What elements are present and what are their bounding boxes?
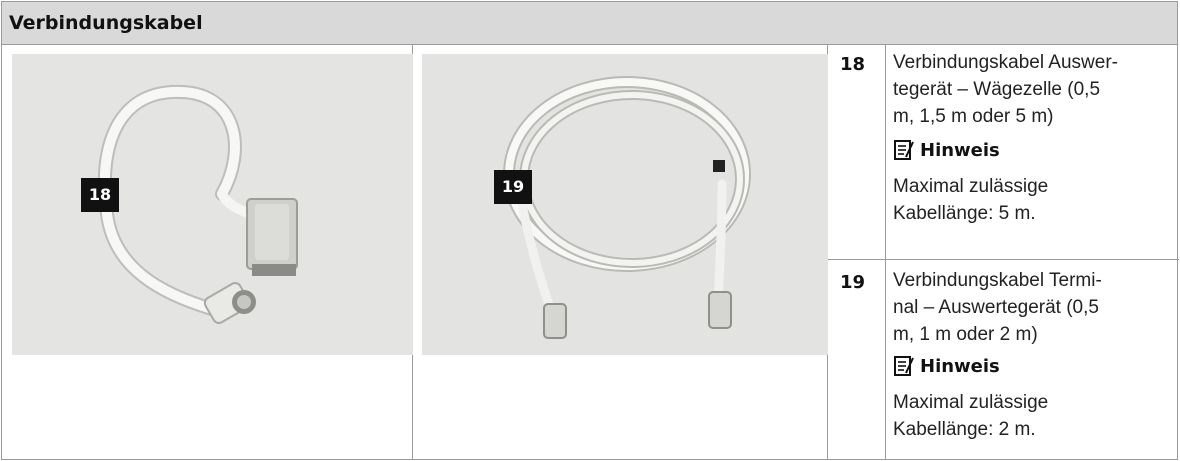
description-line: m, 1 m oder 2 m) (893, 324, 1038, 345)
note-line: Kabellänge: 2 m. (893, 419, 1036, 440)
note-line: Maximal zulässige (893, 392, 1049, 413)
note-label: Hinweis (920, 355, 1000, 377)
item-description-19: Verbindungskabel Termi- nal – Auswertege… (893, 267, 1173, 348)
note-line: Kabellänge: 5 m. (893, 203, 1036, 224)
callout-19: 19 (494, 170, 532, 204)
item-number-18: 18 (840, 54, 866, 75)
item-description-18: Verbindungskabel Auswer- tegerät – Wägez… (893, 49, 1173, 130)
row-divider (827, 259, 1179, 260)
component-table: Verbindungskabel 18 19 18 Verbindungskab… (1, 1, 1179, 460)
column-divider (885, 45, 886, 459)
description-line: tegerät – Wägezelle (0,5 (893, 79, 1101, 100)
note-heading: Hinweis (893, 355, 1000, 377)
description-line: m, 1,5 m oder 5 m) (893, 106, 1054, 127)
section-title: Verbindungskabel (9, 12, 203, 34)
table-header: Verbindungskabel (2, 2, 1177, 45)
description-line: Verbindungskabel Auswer- (893, 52, 1118, 73)
description-line: Verbindungskabel Termi- (893, 270, 1102, 291)
description-line: nal – Auswertegerät (0,5 (893, 297, 1099, 318)
cable-19-photo (422, 54, 828, 355)
note-heading: Hinweis (893, 139, 1000, 161)
note-label: Hinweis (920, 139, 1000, 161)
callout-18: 18 (81, 178, 119, 212)
cable-18-photo (12, 54, 413, 355)
item-number-19: 19 (840, 272, 866, 293)
note-icon (894, 140, 914, 160)
note-text-19: Maximal zulässige Kabellänge: 2 m. (893, 389, 1173, 443)
note-line: Maximal zulässige (893, 176, 1049, 197)
note-text-18: Maximal zulässige Kabellänge: 5 m. (893, 173, 1173, 227)
note-icon (894, 356, 914, 376)
